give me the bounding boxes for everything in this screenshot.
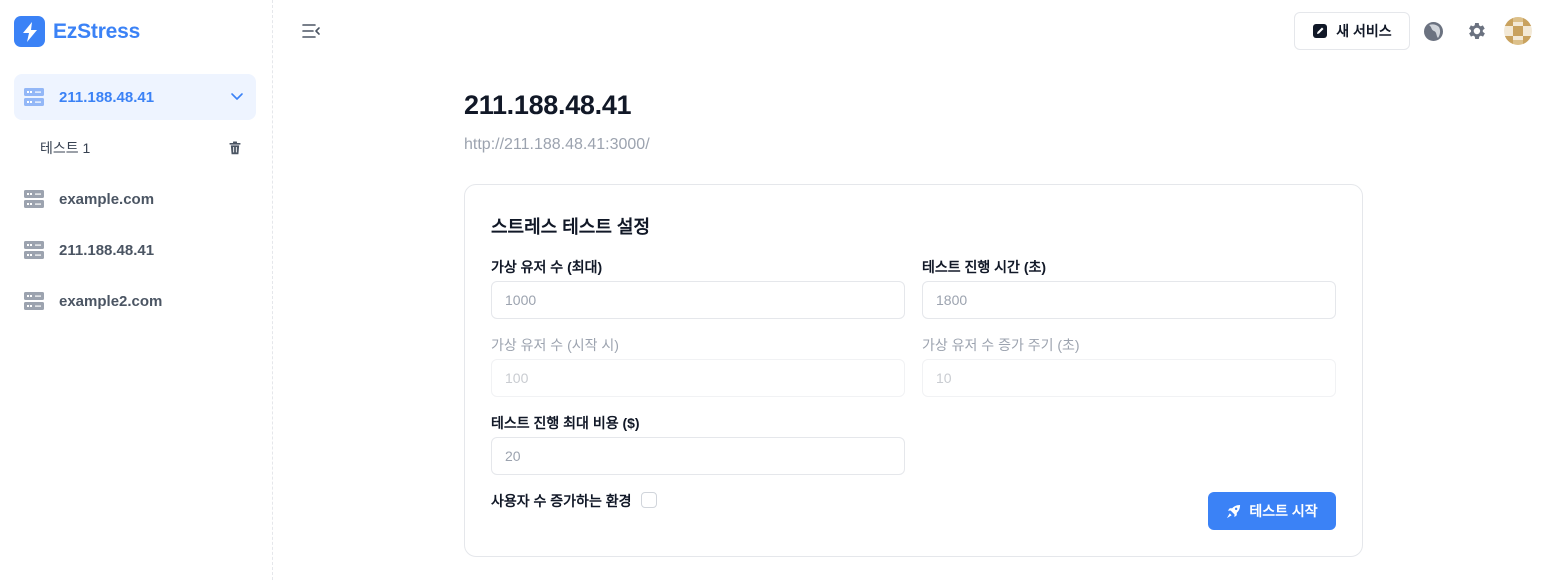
server-icon bbox=[24, 241, 44, 259]
sidebar-subitem-label: 테스트 1 bbox=[40, 140, 91, 156]
max-users-label: 가상 유저 수 (최대) bbox=[491, 259, 603, 275]
brand[interactable]: EzStress bbox=[14, 16, 140, 47]
edit-icon bbox=[1313, 24, 1328, 38]
start-users-input[interactable] bbox=[491, 359, 905, 397]
sidebar-item-service-4[interactable]: example2.com bbox=[14, 278, 256, 324]
start-test-button[interactable]: 테스트 시작 bbox=[1208, 492, 1336, 530]
sidebar-item-service-3[interactable]: 211.188.48.41 bbox=[14, 227, 256, 273]
service-list: 211.188.48.41 테스트 1 example.com 211.188.… bbox=[14, 74, 256, 329]
sidebar-collapse-icon[interactable] bbox=[300, 20, 322, 42]
stress-test-settings-card: 스트레스 테스트 설정 가상 유저 수 (최대) 테스트 진행 시간 (초) 가… bbox=[464, 184, 1363, 557]
sidebar-subitem-test-1[interactable]: 테스트 1 bbox=[14, 125, 256, 171]
sidebar-item-service-1[interactable]: 211.188.48.41 bbox=[14, 74, 256, 120]
max-cost-label: 테스트 진행 최대 비용 ($) bbox=[491, 415, 640, 431]
sidebar-item-service-2[interactable]: example.com bbox=[14, 176, 256, 222]
avatar-pattern-icon bbox=[1504, 17, 1532, 45]
page-title: 211.188.48.41 bbox=[464, 90, 632, 120]
gear-icon[interactable] bbox=[1465, 20, 1487, 42]
ramp-period-label: 가상 유저 수 증가 주기 (초) bbox=[922, 337, 1080, 353]
server-icon bbox=[24, 292, 44, 310]
max-cost-input[interactable] bbox=[491, 437, 905, 475]
globe-theme-icon[interactable] bbox=[1423, 21, 1444, 42]
max-users-input[interactable] bbox=[491, 281, 905, 319]
duration-label: 테스트 진행 시간 (초) bbox=[922, 259, 1047, 275]
sidebar-item-label: example2.com bbox=[59, 292, 163, 310]
start-users-label: 가상 유저 수 (시작 시) bbox=[491, 337, 619, 353]
ramp-period-input[interactable] bbox=[922, 359, 1336, 397]
sidebar: EzStress 211.188.48.41 테스트 1 example.com… bbox=[0, 0, 273, 580]
chevron-down-icon[interactable] bbox=[230, 89, 244, 103]
new-service-button[interactable]: 새 서비스 bbox=[1294, 12, 1410, 50]
sidebar-item-label: example.com bbox=[59, 190, 155, 208]
rocket-icon bbox=[1227, 504, 1241, 518]
card-title: 스트레스 테스트 설정 bbox=[491, 217, 651, 237]
ramp-checkbox[interactable] bbox=[641, 492, 657, 508]
ramp-checkbox-label: 사용자 수 증가하는 환경 bbox=[491, 493, 632, 509]
sidebar-item-label: 211.188.48.41 bbox=[59, 88, 155, 106]
trash-icon[interactable] bbox=[228, 141, 242, 155]
sidebar-item-label: 211.188.48.41 bbox=[59, 241, 155, 259]
server-icon bbox=[24, 190, 44, 208]
duration-input[interactable] bbox=[922, 281, 1336, 319]
avatar[interactable] bbox=[1504, 17, 1532, 45]
service-url: http://211.188.48.41:3000/ bbox=[464, 136, 650, 153]
lightning-bolt-logo-icon bbox=[14, 16, 45, 47]
start-test-label: 테스트 시작 bbox=[1249, 503, 1318, 519]
app-name: EzStress bbox=[53, 19, 141, 43]
new-service-label: 새 서비스 bbox=[1336, 23, 1392, 39]
server-icon bbox=[24, 88, 44, 106]
